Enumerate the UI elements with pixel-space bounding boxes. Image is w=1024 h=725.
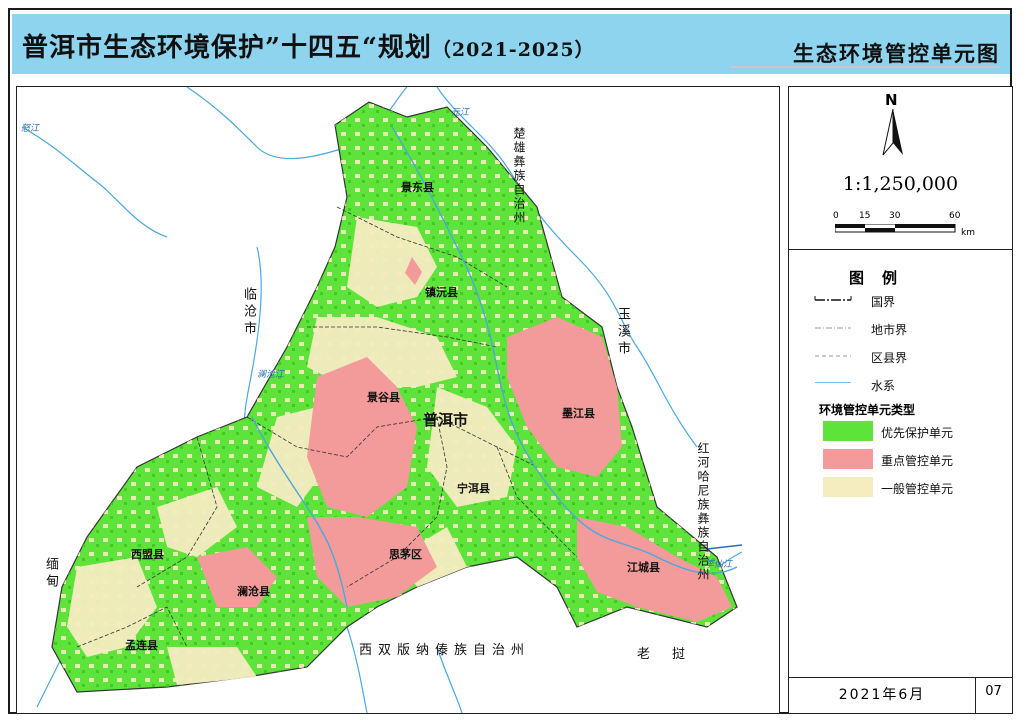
- scale-tick-15: 15: [859, 211, 871, 221]
- river-lancangjiang: 澜沧江: [257, 370, 285, 380]
- page-number: 07: [985, 684, 1002, 699]
- legend-city-border: 地市界: [871, 323, 908, 337]
- scale-unit: km: [961, 228, 975, 238]
- river-yuanjiang: 元江: [451, 108, 470, 118]
- label-lincang: 临沧市: [241, 287, 256, 338]
- label-mojiang: 墨江县: [562, 407, 595, 420]
- label-laos: 老挝: [637, 647, 708, 662]
- scale-ratio: 1:1,250,000: [842, 173, 959, 195]
- legend-key: 重点管控单元: [881, 454, 954, 468]
- label-chuxiong: 楚雄彝族自治州: [512, 127, 526, 225]
- subtitle-underline: [730, 66, 1000, 68]
- legend-priority: 优先保护单元: [881, 426, 954, 440]
- scale-tick-60: 60: [949, 211, 961, 221]
- swatch-priority: [823, 421, 873, 441]
- map-subtitle: 生态环境管控单元图: [793, 41, 1000, 66]
- footer-divider: [789, 677, 1012, 678]
- label-menglian: 孟连县: [125, 639, 158, 652]
- north-arrow-icon: [882, 109, 903, 156]
- north-label: N: [885, 91, 898, 109]
- label-zhenyuan: 镇沅县: [425, 286, 458, 299]
- panel-divider: [789, 249, 1012, 250]
- legend-county-border: 区县界: [871, 351, 908, 365]
- scale-tick-30: 30: [889, 211, 901, 221]
- label-jingdong: 景东县: [401, 181, 434, 194]
- label-jiangcheng: 江城县: [627, 561, 660, 574]
- swatch-general: [823, 477, 873, 497]
- label-jinggu: 景谷县: [367, 391, 400, 404]
- side-panel: N 1:1,250,000 0 15 30 60 km 图例 国界 地市界 区县…: [788, 86, 1013, 714]
- swatch-key: [823, 449, 873, 469]
- title-years: （2021-2025）: [431, 39, 595, 61]
- legend-general: 一般管控单元: [881, 482, 954, 496]
- label-xishuangbanna: 西双版纳傣族自治州: [359, 643, 531, 658]
- map-title: 普洱市生态环境保护”十四五“规划（2021-2025）: [22, 27, 595, 64]
- map-area[interactable]: 景东县 镇沅县 景谷县 墨江县 宁洱县 思茅区 江城县 西盟县 澜沧县 孟连县 …: [16, 86, 780, 714]
- river-lixianjiang: 李仙江: [705, 560, 733, 570]
- label-ninger: 宁洱县: [457, 482, 490, 495]
- river-nujiang: 怒江: [21, 124, 40, 134]
- unit-type-title: 环境管控单元类型: [819, 403, 916, 417]
- label-simao: 思茅区: [389, 548, 422, 561]
- scale-bar: [835, 224, 956, 233]
- label-yuxi: 玉溪市: [615, 307, 630, 358]
- label-lancang: 澜沧县: [237, 585, 270, 598]
- map-date: 2021年6月: [838, 687, 926, 703]
- legend-title: 图例: [849, 269, 916, 287]
- label-myanmar: 缅甸: [43, 557, 58, 591]
- legend-line-symbols: [814, 296, 852, 383]
- scale-tick-0: 0: [833, 211, 839, 221]
- title-text: 普洱市生态环境保护”十四五“规划: [22, 33, 432, 63]
- legend-river: 水系: [871, 379, 896, 393]
- legend-national-border: 国界: [871, 295, 896, 309]
- label-ximeng: 西盟县: [131, 548, 164, 561]
- label-puer-city: 普洱市: [423, 411, 469, 429]
